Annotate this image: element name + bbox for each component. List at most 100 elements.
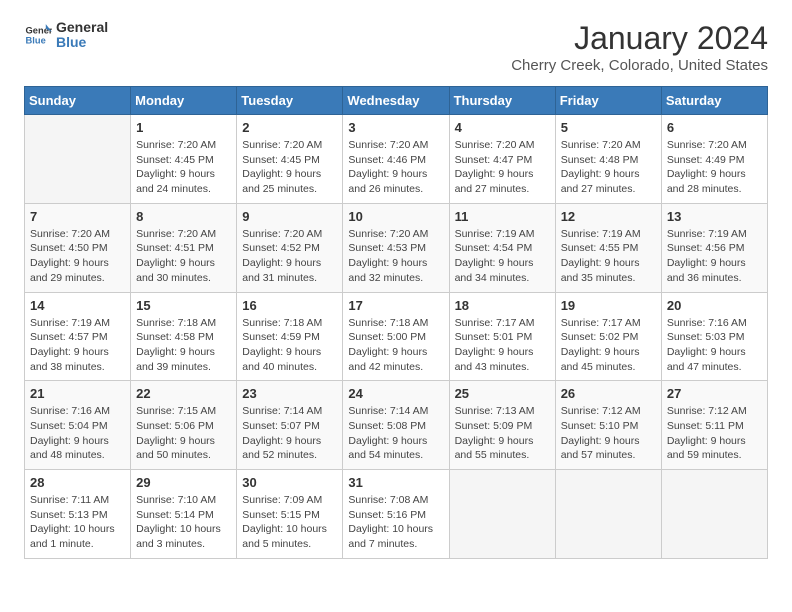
day-info: Sunrise: 7:10 AMSunset: 5:14 PMDaylight:… — [136, 493, 231, 552]
calendar-cell: 15 Sunrise: 7:18 AMSunset: 4:58 PMDayligh… — [131, 292, 237, 381]
day-number: 6 — [667, 120, 762, 135]
calendar-cell: 19Sunrise: 7:17 AMSunset: 5:02 PMDayligh… — [555, 292, 661, 381]
day-info: Sunrise: 7:19 AMSunset: 4:54 PMDaylight:… — [455, 227, 550, 286]
day-number: 31 — [348, 475, 443, 490]
day-info: Sunrise: 7:20 AMSunset: 4:52 PMDaylight:… — [242, 227, 337, 286]
day-number: 21 — [30, 386, 125, 401]
day-info: Sunrise: 7:20 AMSunset: 4:46 PMDaylight:… — [348, 138, 443, 197]
day-number: 15 — [136, 298, 231, 313]
calendar-cell: 22 Sunrise: 7:15 AMSunset: 5:06 PMDayligh… — [131, 381, 237, 470]
day-number: 16 — [242, 298, 337, 313]
day-number: 12 — [561, 209, 656, 224]
day-info: Sunrise: 7:11 AMSunset: 5:13 PMDaylight:… — [30, 493, 125, 552]
day-info: Sunrise: 7:18 AMSunset: 5:00 PMDaylight:… — [348, 316, 443, 375]
calendar-cell: 4Sunrise: 7:20 AMSunset: 4:47 PMDaylight… — [449, 115, 555, 204]
day-number: 4 — [455, 120, 550, 135]
calendar-cell — [555, 470, 661, 559]
calendar-cell: 24 Sunrise: 7:14 AMSunset: 5:08 PMDayligh… — [343, 381, 449, 470]
calendar-cell: 10Sunrise: 7:20 AMSunset: 4:53 PMDayligh… — [343, 203, 449, 292]
day-info: Sunrise: 7:12 AMSunset: 5:10 PMDaylight:… — [561, 404, 656, 463]
calendar-cell: 5 Sunrise: 7:20 AMSunset: 4:48 PMDaylight… — [555, 115, 661, 204]
day-number: 9 — [242, 209, 337, 224]
day-info: Sunrise: 7:20 AMSunset: 4:48 PMDaylight:… — [561, 138, 656, 197]
calendar-cell: 13 Sunrise: 7:19 AMSunset: 4:56 PMDayligh… — [661, 203, 767, 292]
day-info: Sunrise: 7:20 AMSunset: 4:49 PMDaylight:… — [667, 138, 762, 197]
day-number: 11 — [455, 209, 550, 224]
day-number: 22 — [136, 386, 231, 401]
calendar-cell: 11 Sunrise: 7:19 AMSunset: 4:54 PMDayligh… — [449, 203, 555, 292]
calendar-week-3: 14 Sunrise: 7:19 AMSunset: 4:57 PMDayligh… — [25, 292, 768, 381]
calendar-title: January 2024 — [511, 20, 768, 57]
day-number: 14 — [30, 298, 125, 313]
calendar-cell: 8 Sunrise: 7:20 AMSunset: 4:51 PMDaylight… — [131, 203, 237, 292]
day-info: Sunrise: 7:13 AMSunset: 5:09 PMDaylight:… — [455, 404, 550, 463]
day-number: 7 — [30, 209, 125, 224]
day-number: 1 — [136, 120, 231, 135]
calendar-subtitle: Cherry Creek, Colorado, United States — [511, 57, 768, 74]
calendar-week-2: 7 Sunrise: 7:20 AMSunset: 4:50 PMDaylight… — [25, 203, 768, 292]
day-info: Sunrise: 7:18 AMSunset: 4:58 PMDaylight:… — [136, 316, 231, 375]
calendar-cell: 29Sunrise: 7:10 AMSunset: 5:14 PMDayligh… — [131, 470, 237, 559]
day-number: 13 — [667, 209, 762, 224]
day-number: 5 — [561, 120, 656, 135]
day-info: Sunrise: 7:20 AMSunset: 4:51 PMDaylight:… — [136, 227, 231, 286]
calendar-cell: 30 Sunrise: 7:09 AMSunset: 5:15 PMDayligh… — [237, 470, 343, 559]
calendar-cell — [449, 470, 555, 559]
day-info: Sunrise: 7:16 AMSunset: 5:03 PMDaylight:… — [667, 316, 762, 375]
day-number: 18 — [455, 298, 550, 313]
calendar-cell: 27Sunrise: 7:12 AMSunset: 5:11 PMDayligh… — [661, 381, 767, 470]
calendar-week-4: 21 Sunrise: 7:16 AMSunset: 5:04 PMDayligh… — [25, 381, 768, 470]
calendar-cell: 17 Sunrise: 7:18 AMSunset: 5:00 PMDayligh… — [343, 292, 449, 381]
day-number: 2 — [242, 120, 337, 135]
calendar-cell: 6 Sunrise: 7:20 AMSunset: 4:49 PMDaylight… — [661, 115, 767, 204]
day-number: 17 — [348, 298, 443, 313]
day-number: 30 — [242, 475, 337, 490]
title-block: January 2024 Cherry Creek, Colorado, Uni… — [511, 20, 768, 74]
logo-blue-text: Blue — [56, 35, 108, 50]
calendar-cell — [661, 470, 767, 559]
day-number: 19 — [561, 298, 656, 313]
calendar-cell: 18 Sunrise: 7:17 AMSunset: 5:01 PMDayligh… — [449, 292, 555, 381]
calendar-week-1: 1 Sunrise: 7:20 AMSunset: 4:45 PMDaylight… — [25, 115, 768, 204]
day-number: 8 — [136, 209, 231, 224]
col-header-monday: Monday — [131, 87, 237, 115]
day-info: Sunrise: 7:20 AMSunset: 4:45 PMDaylight:… — [136, 138, 231, 197]
calendar-cell: 28 Sunrise: 7:11 AMSunset: 5:13 PMDayligh… — [25, 470, 131, 559]
calendar-cell: 26 Sunrise: 7:12 AMSunset: 5:10 PMDayligh… — [555, 381, 661, 470]
logo-icon: General Blue — [24, 21, 52, 49]
day-info: Sunrise: 7:17 AMSunset: 5:01 PMDaylight:… — [455, 316, 550, 375]
calendar-cell: 7 Sunrise: 7:20 AMSunset: 4:50 PMDaylight… — [25, 203, 131, 292]
day-info: Sunrise: 7:14 AMSunset: 5:08 PMDaylight:… — [348, 404, 443, 463]
calendar-table: SundayMondayTuesdayWednesdayThursdayFrid… — [24, 86, 768, 559]
day-info: Sunrise: 7:12 AMSunset: 5:11 PMDaylight:… — [667, 404, 762, 463]
calendar-cell: 25Sunrise: 7:13 AMSunset: 5:09 PMDayligh… — [449, 381, 555, 470]
day-info: Sunrise: 7:09 AMSunset: 5:15 PMDaylight:… — [242, 493, 337, 552]
day-info: Sunrise: 7:16 AMSunset: 5:04 PMDaylight:… — [30, 404, 125, 463]
day-number: 26 — [561, 386, 656, 401]
day-number: 24 — [348, 386, 443, 401]
col-header-wednesday: Wednesday — [343, 87, 449, 115]
day-info: Sunrise: 7:19 AMSunset: 4:55 PMDaylight:… — [561, 227, 656, 286]
day-info: Sunrise: 7:18 AMSunset: 4:59 PMDaylight:… — [242, 316, 337, 375]
col-header-saturday: Saturday — [661, 87, 767, 115]
calendar-cell: 14 Sunrise: 7:19 AMSunset: 4:57 PMDayligh… — [25, 292, 131, 381]
calendar-cell: 21 Sunrise: 7:16 AMSunset: 5:04 PMDayligh… — [25, 381, 131, 470]
calendar-cell: 12 Sunrise: 7:19 AMSunset: 4:55 PMDayligh… — [555, 203, 661, 292]
day-info: Sunrise: 7:19 AMSunset: 4:57 PMDaylight:… — [30, 316, 125, 375]
calendar-cell: 31Sunrise: 7:08 AMSunset: 5:16 PMDayligh… — [343, 470, 449, 559]
calendar-cell: 1 Sunrise: 7:20 AMSunset: 4:45 PMDaylight… — [131, 115, 237, 204]
day-number: 28 — [30, 475, 125, 490]
logo-general-text: General — [56, 20, 108, 35]
page-header: General Blue General Blue January 2024 C… — [24, 20, 768, 74]
col-header-tuesday: Tuesday — [237, 87, 343, 115]
svg-text:Blue: Blue — [26, 36, 46, 46]
col-header-thursday: Thursday — [449, 87, 555, 115]
day-info: Sunrise: 7:14 AMSunset: 5:07 PMDaylight:… — [242, 404, 337, 463]
day-info: Sunrise: 7:19 AMSunset: 4:56 PMDaylight:… — [667, 227, 762, 286]
col-header-sunday: Sunday — [25, 87, 131, 115]
day-info: Sunrise: 7:20 AMSunset: 4:50 PMDaylight:… — [30, 227, 125, 286]
day-number: 10 — [348, 209, 443, 224]
day-info: Sunrise: 7:15 AMSunset: 5:06 PMDaylight:… — [136, 404, 231, 463]
calendar-cell — [25, 115, 131, 204]
calendar-cell: 16 Sunrise: 7:18 AMSunset: 4:59 PMDayligh… — [237, 292, 343, 381]
